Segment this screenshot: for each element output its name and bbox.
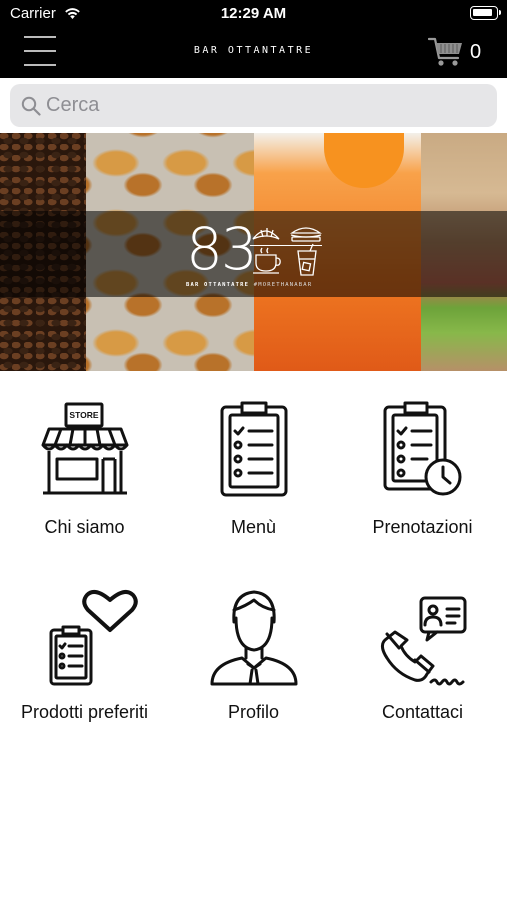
store-sign-text: STORE xyxy=(69,410,98,420)
phone-contact-icon xyxy=(380,596,466,686)
user-profile-icon xyxy=(210,590,297,686)
tile-menu[interactable]: Menù xyxy=(169,371,338,541)
sandwich-icon xyxy=(289,227,323,242)
search-input[interactable] xyxy=(46,84,486,127)
status-bar: Carrier 12:29 AM xyxy=(0,0,507,28)
tile-profilo[interactable]: Profilo xyxy=(169,556,338,726)
clipboard-heart-icon xyxy=(49,589,138,686)
coffee-cup-icon xyxy=(253,247,281,274)
tile-label: Contattaci xyxy=(381,702,464,722)
store-icon: STORE xyxy=(41,402,128,495)
hamburger-line xyxy=(24,64,56,66)
logo-number: 83 xyxy=(186,215,258,283)
clipboard-clock-icon xyxy=(383,401,461,496)
drink-icon xyxy=(297,243,317,276)
logo-caption: BAR OTTANTATRE #MORETHANABAR xyxy=(186,282,312,288)
battery-icon xyxy=(470,6,501,20)
logo-food-icons xyxy=(252,227,323,276)
croissant-icon xyxy=(252,228,280,240)
search-icon xyxy=(21,96,41,116)
tile-label: Prenotazioni xyxy=(372,517,473,537)
tile-label: Profilo xyxy=(227,702,280,722)
logo-tagline: #MORETHANABAR xyxy=(253,282,313,288)
clock: 12:29 AM xyxy=(220,5,287,22)
tile-chi-siamo[interactable]: STORE Chi siamo xyxy=(0,371,169,541)
tile-prenotazioni[interactable]: Prenotazioni xyxy=(338,371,507,541)
cart-count: 0 xyxy=(470,41,482,63)
tile-contattaci[interactable]: Contattaci xyxy=(338,556,507,726)
tile-prodotti-preferiti[interactable]: Prodotti preferiti xyxy=(0,556,169,726)
hamburger-line xyxy=(24,36,56,38)
search-bar-container xyxy=(0,78,507,133)
clipboard-list-icon xyxy=(220,401,287,497)
hero-banner: 83 BAR OTTANTATRE #MORETHANABAR xyxy=(0,133,507,371)
tile-label: Menù xyxy=(230,517,277,537)
search-bar[interactable] xyxy=(10,84,497,127)
home-menu-grid: STORE Chi siamo Menù Prenotazioni Prodot… xyxy=(0,371,507,900)
cart-icon[interactable] xyxy=(428,36,464,68)
logo-divider xyxy=(250,245,322,246)
logo-name: BAR OTTANTATRE xyxy=(186,282,250,288)
tile-label: Prodotti preferiti xyxy=(20,702,149,722)
tile-label: Chi siamo xyxy=(44,517,125,537)
top-bar: Carrier 12:29 AM BAR OTTANTATRE 0 xyxy=(0,0,507,78)
